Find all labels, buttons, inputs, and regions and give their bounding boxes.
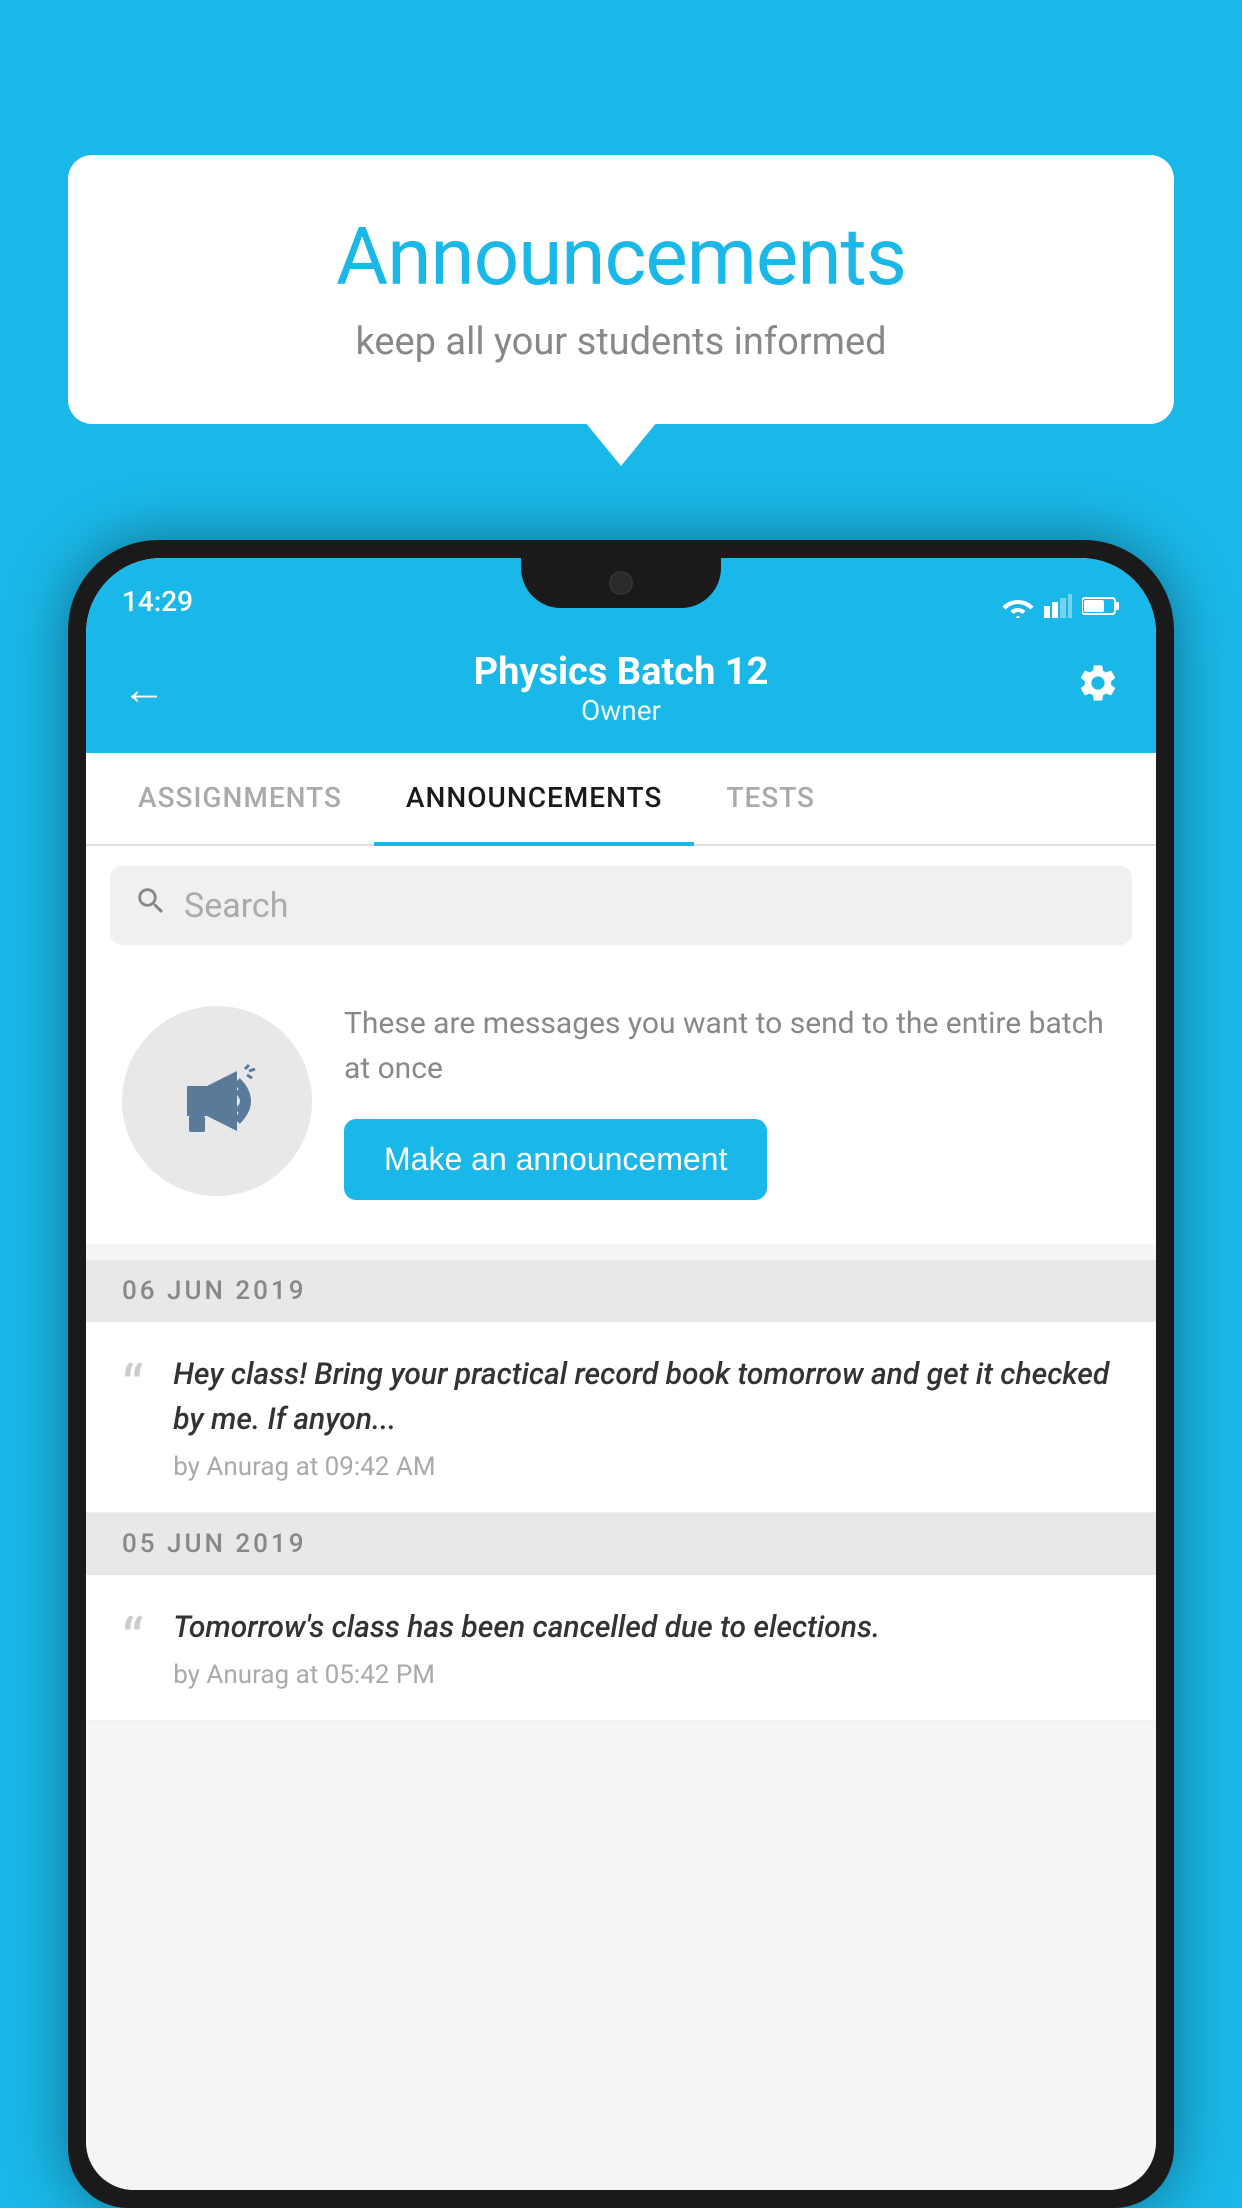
announcement-meta-2: by Anurag at 05:42 PM: [173, 1660, 1120, 1690]
phone-notch: [521, 558, 721, 608]
announcement-meta-1: by Anurag at 09:42 AM: [173, 1452, 1120, 1482]
speech-bubble-title: Announcements: [128, 210, 1114, 304]
tabs-bar: ASSIGNMENTS ANNOUNCEMENTS TESTS: [86, 753, 1156, 846]
phone-frame: 14:29: [68, 540, 1174, 2208]
date-divider-2: 05 JUN 2019: [86, 1513, 1156, 1575]
header-center: Physics Batch 12 Owner: [474, 650, 769, 727]
quote-icon-2: “: [122, 1611, 143, 1671]
make-announcement-button[interactable]: Make an announcement: [344, 1119, 767, 1200]
tab-tests[interactable]: TESTS: [694, 753, 847, 846]
announcement-item-1[interactable]: “ Hey class! Bring your practical record…: [86, 1322, 1156, 1513]
content-area: Search: [86, 846, 1156, 2190]
search-bar-container: Search: [86, 846, 1156, 965]
announcement-text-1: Hey class! Bring your practical record b…: [173, 1352, 1120, 1442]
header-subtitle: Owner: [474, 694, 769, 727]
speech-bubble: Announcements keep all your students inf…: [68, 155, 1174, 424]
announcement-content-2: Tomorrow's class has been cancelled due …: [173, 1605, 1120, 1690]
signal-icon: [1044, 594, 1072, 618]
tab-assignments[interactable]: ASSIGNMENTS: [106, 753, 374, 846]
announcement-item-2[interactable]: “ Tomorrow's class has been cancelled du…: [86, 1575, 1156, 1721]
phone-inner: 14:29: [86, 558, 1156, 2190]
wifi-icon: [1002, 594, 1034, 618]
header-title: Physics Batch 12: [474, 650, 769, 694]
search-bar[interactable]: Search: [110, 866, 1132, 945]
promo-right: These are messages you want to send to t…: [344, 1001, 1120, 1200]
promo-icon-circle: [122, 1006, 312, 1196]
date-divider-1: 06 JUN 2019: [86, 1260, 1156, 1322]
phone-camera: [609, 571, 633, 595]
search-placeholder: Search: [184, 886, 288, 926]
speech-bubble-subtitle: keep all your students informed: [128, 320, 1114, 364]
gear-icon[interactable]: [1076, 661, 1120, 716]
status-icons: [1002, 594, 1120, 618]
promo-description: These are messages you want to send to t…: [344, 1001, 1120, 1091]
promo-card: These are messages you want to send to t…: [86, 965, 1156, 1244]
quote-icon-1: “: [122, 1358, 143, 1418]
search-icon: [134, 884, 168, 927]
phone-content: 14:29: [86, 558, 1156, 2190]
status-time: 14:29: [122, 585, 193, 618]
battery-icon: [1082, 596, 1120, 616]
back-button[interactable]: ←: [122, 663, 166, 715]
megaphone-icon: [167, 1051, 267, 1151]
announcement-content-1: Hey class! Bring your practical record b…: [173, 1352, 1120, 1482]
speech-bubble-container: Announcements keep all your students inf…: [68, 155, 1174, 424]
announcement-text-2: Tomorrow's class has been cancelled due …: [173, 1605, 1120, 1650]
app-header: ← Physics Batch 12 Owner: [86, 628, 1156, 753]
tab-announcements[interactable]: ANNOUNCEMENTS: [374, 753, 694, 846]
